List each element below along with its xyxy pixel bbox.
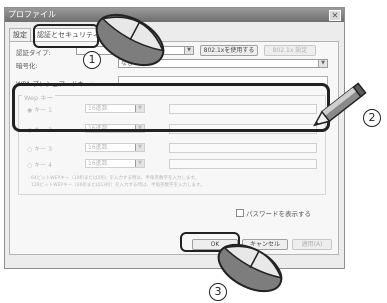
chevron-down-icon: ▼: [135, 160, 144, 167]
show-password-label: パスワードを表示する: [246, 210, 311, 218]
callout-frame-wpa: [12, 83, 330, 132]
tab-settings[interactable]: 設定: [9, 28, 31, 41]
window-title: プロファイル: [8, 10, 56, 19]
wep-key4-format: 16進数: [88, 160, 108, 167]
pencil-icon: [313, 82, 367, 127]
tab-panel: 認証タイプ: ▼ 802.1xを使用する 802.1x 設定 暗号化: なし ▼…: [9, 41, 339, 255]
title-bar[interactable]: プロファイル ✕: [5, 8, 344, 22]
chevron-down-icon: ▼: [135, 144, 144, 151]
callout-number-1: 1: [83, 51, 101, 69]
wep-key4-format-select[interactable]: 16進数 ▼: [85, 159, 145, 168]
show-password-checkbox[interactable]: [236, 209, 244, 217]
wep-key4-radio[interactable]: ○ キー 4: [27, 160, 52, 169]
wep-note-128: 128ビットWEPキー（26桁または13桁）を入力する時は、半角英数字を入力しま…: [31, 183, 205, 188]
close-icon[interactable]: ✕: [329, 10, 341, 21]
chevron-down-icon: ▼: [318, 60, 327, 67]
wep-key3-radio[interactable]: ○ キー 3: [27, 144, 52, 153]
encryption-label: 暗号化:: [16, 62, 38, 70]
callout-number-3: 3: [209, 283, 227, 301]
mouse-icon: [95, 13, 165, 67]
wep-key4-label: キー 4: [34, 162, 52, 169]
wep-key3-format: 16進数: [88, 144, 108, 151]
wep-note-64: 64ビットWEPキー（10桁または5桁）を入力する時は、半角英数字を入力します。: [31, 176, 199, 181]
8021x-setting-button[interactable]: 802.1x 設定: [264, 45, 316, 56]
wep-key3-input[interactable]: [169, 143, 317, 153]
use-8021x-button[interactable]: 802.1xを使用する: [200, 45, 258, 56]
wep-key4-input[interactable]: [169, 159, 317, 169]
callout-number-2: 2: [363, 109, 381, 127]
apply-button[interactable]: 適用(A): [292, 239, 332, 250]
chevron-down-icon: ▼: [184, 47, 193, 54]
wep-key3-format-select[interactable]: 16進数 ▼: [85, 143, 145, 152]
auth-type-label: 認証タイプ:: [16, 49, 51, 57]
wep-key3-label: キー 3: [34, 146, 52, 153]
